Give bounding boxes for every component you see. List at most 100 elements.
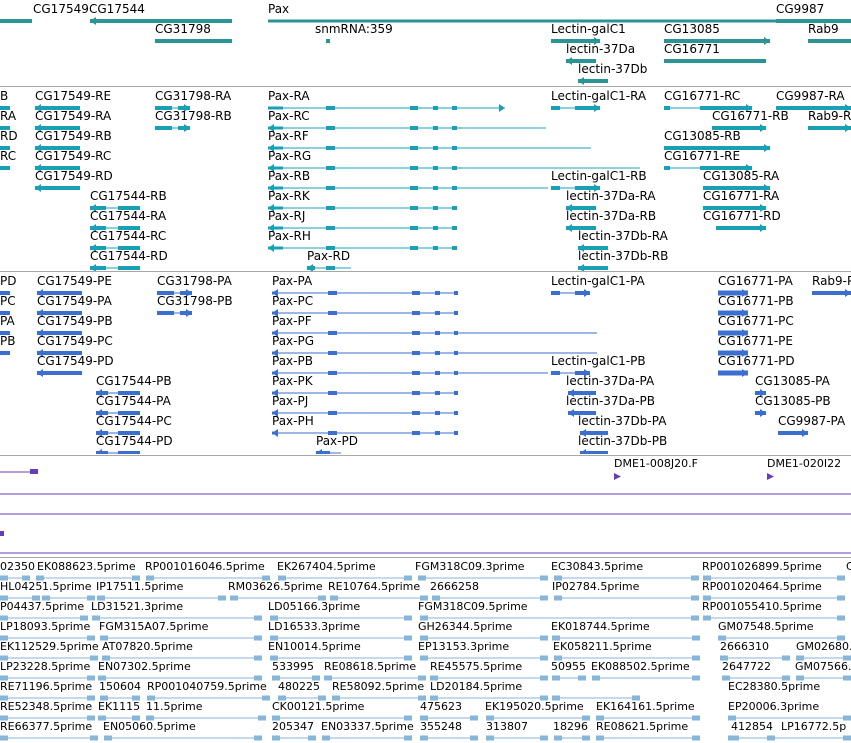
transcript-label[interactable]: Lectin-galC1-RA [551, 90, 646, 103]
protein-label[interactable]: Pax-PF [272, 315, 312, 328]
transcript-label[interactable]: Pax-RC [268, 110, 310, 123]
protein-label[interactable]: CG17549-PC [37, 335, 113, 348]
transcript-label[interactable]: CG31798-RA [155, 90, 231, 103]
protein-label[interactable]: Pax-PD [316, 435, 358, 448]
transcript-glyph[interactable] [551, 103, 600, 115]
transcript-glyph[interactable] [716, 223, 766, 235]
protein-label[interactable]: CG31798-PB [157, 295, 233, 308]
transcript-label[interactable]: CG17544-RB [90, 190, 167, 203]
protein-glyph[interactable] [272, 428, 458, 440]
transcript-label[interactable]: RD [0, 130, 18, 143]
transcript-glyph[interactable] [90, 263, 140, 271]
transcript-label[interactable]: CG16771-RD [703, 210, 781, 223]
transcript-label[interactable]: Rab9-RA [808, 110, 851, 123]
protein-label[interactable]: Pax-PG [272, 335, 314, 348]
protein-label[interactable]: CG16771-PE [718, 335, 793, 348]
gene-glyph[interactable] [808, 36, 851, 48]
gene-label[interactable]: Pax [268, 3, 289, 16]
transcript-label[interactable]: RA [0, 110, 16, 123]
protein-glyph[interactable] [580, 448, 608, 454]
protein-label[interactable]: CG17544-PB [96, 375, 172, 388]
transcript-glyph[interactable] [35, 183, 80, 195]
transcript-glyph[interactable] [268, 243, 457, 255]
transcript-label[interactable]: lectin-37Da-RA [566, 190, 656, 203]
protein-glyph[interactable] [272, 348, 597, 360]
transcript-glyph[interactable] [268, 123, 546, 135]
transcript-glyph[interactable] [268, 143, 591, 155]
protein-label[interactable]: CG17549-PA [37, 295, 112, 308]
protein-label[interactable]: CG9987-PA [778, 415, 845, 428]
protein-label[interactable]: CG17549-PD [37, 355, 114, 368]
protein-label[interactable]: CG13085-PB [755, 395, 831, 408]
gene-glyph[interactable] [326, 36, 330, 48]
transcript-label[interactable]: CG9987-RA [776, 90, 845, 103]
protein-label[interactable]: lectin-37Da-PB [566, 395, 655, 408]
transcript-label[interactable]: CG16771-RB [712, 110, 789, 123]
protein-label[interactable]: CG16771-PD [718, 355, 795, 368]
protein-label[interactable]: CG16771-PB [718, 295, 794, 308]
transcript-label[interactable]: CG16771-RA [703, 190, 779, 203]
transcript-label[interactable]: CG13085-RA [703, 170, 779, 183]
protein-glyph[interactable] [272, 328, 597, 340]
gene-label[interactable]: Rab9 [808, 23, 839, 36]
transcript-label[interactable]: CG17544-RD [90, 250, 168, 263]
transcript-label[interactable]: B [0, 90, 8, 103]
protein-label[interactable]: Lectin-galC1-PB [551, 355, 646, 368]
gene-label[interactable]: CG9987 [776, 3, 824, 16]
protein-label[interactable]: Lectin-galC1-PA [551, 275, 645, 288]
protein-label[interactable]: CG17544-PA [96, 395, 171, 408]
gene-glyph[interactable] [578, 76, 608, 86]
protein-label[interactable]: Pax-PJ [272, 395, 308, 408]
protein-label[interactable]: lectin-37Db-PB [578, 435, 667, 448]
protein-label[interactable]: lectin-37Da-PA [566, 375, 654, 388]
protein-glyph[interactable] [778, 428, 808, 440]
protein-glyph[interactable] [755, 408, 766, 420]
transcript-label[interactable]: Pax-RA [268, 90, 310, 103]
transcript-label[interactable]: CG17544-RA [90, 210, 166, 223]
protein-glyph[interactable] [812, 288, 851, 300]
protein-glyph[interactable] [718, 368, 748, 380]
transcript-label[interactable]: CG17549-RB [35, 130, 112, 143]
protein-label[interactable]: Pax-PH [272, 415, 314, 428]
transcript-label[interactable]: RC [0, 150, 16, 163]
transcript-label[interactable]: CG13085-RB [664, 130, 741, 143]
gene-label[interactable]: lectin-37Da [566, 43, 635, 56]
gene-label[interactable]: CG16771 [664, 43, 720, 56]
transcript-label[interactable]: Pax-RF [268, 130, 309, 143]
protein-label[interactable]: CG17549-PE [37, 275, 112, 288]
gene-label[interactable]: CG17544 [89, 3, 145, 16]
gene-label[interactable]: CG17549 [33, 3, 89, 16]
transcript-label[interactable]: lectin-37Da-RB [566, 210, 656, 223]
protein-label[interactable]: CG16771-PA [718, 275, 793, 288]
transcript-label[interactable]: CG16771-RE [664, 150, 740, 163]
protein-glyph[interactable] [551, 288, 590, 300]
protein-label[interactable]: CG16771-PC [718, 315, 794, 328]
protein-glyph[interactable] [272, 368, 548, 380]
protein-label[interactable]: CG17544-PC [96, 415, 172, 428]
transcript-glyph[interactable] [0, 163, 10, 175]
gene-label[interactable]: CG13085 [664, 23, 720, 36]
transcript-label[interactable]: CG17544-RC [90, 230, 166, 243]
gene-label[interactable]: snmRNA:359 [315, 23, 393, 36]
protein-label[interactable]: Pax-PB [272, 355, 313, 368]
gene-label[interactable]: Lectin-galC1 [551, 23, 626, 36]
protein-label[interactable]: CG13085-PA [755, 375, 830, 388]
protein-label[interactable]: CG17549-PB [37, 315, 113, 328]
transcript-glyph[interactable] [268, 183, 548, 195]
transcript-label[interactable]: Lectin-galC1-RB [551, 170, 647, 183]
transcript-label[interactable]: Pax-RG [268, 150, 311, 163]
transcript-glyph[interactable] [578, 263, 608, 271]
transcript-label[interactable]: CG17549-RD [35, 170, 113, 183]
transcript-label[interactable]: Pax-RB [268, 170, 310, 183]
gene-label[interactable]: CG31798 [155, 23, 211, 36]
transcript-label[interactable]: CG31798-RB [155, 110, 232, 123]
protein-label[interactable]: Pax-PC [272, 295, 313, 308]
gene-label[interactable]: lectin-37Db [578, 63, 647, 76]
transcript-label[interactable]: lectin-37Db-RB [578, 250, 668, 263]
transcript-label[interactable]: lectin-37Db-RA [578, 230, 668, 243]
protein-label[interactable]: Pax-PK [272, 375, 313, 388]
gene-glyph[interactable] [155, 36, 232, 48]
transcript-label[interactable]: CG16771-RC [664, 90, 740, 103]
transcript-label[interactable]: CG17549-RC [35, 150, 111, 163]
protein-label[interactable]: lectin-37Db-PA [578, 415, 666, 428]
